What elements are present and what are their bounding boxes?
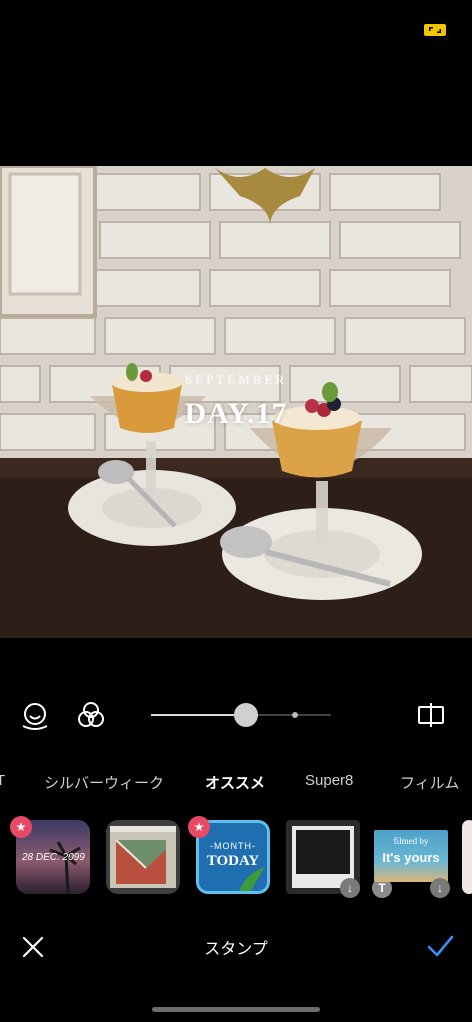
sticker-date-text: 28 DEC. 2099 (22, 852, 85, 863)
intensity-slider-thumb[interactable] (234, 703, 259, 727)
sticker-item-partial[interactable] (462, 820, 472, 894)
tab-silver-week[interactable]: シルバーウィーク (44, 772, 164, 793)
polaroid-photo (296, 830, 350, 874)
category-tabs: T シルバーウィーク オススメ Super8 フィルム (0, 772, 472, 796)
sticker-month-text: -MONTH- (210, 841, 256, 851)
sticker-yours-text: It's yours (382, 850, 440, 865)
panel-title: スタンプ (204, 941, 268, 958)
collage-graphic (110, 826, 176, 888)
sticker-item-filmed-by[interactable]: filmed by It's yours (374, 830, 448, 882)
sticker-today-text: TODAY (206, 853, 260, 869)
tab-super8[interactable]: Super8 (305, 772, 353, 789)
filter-circles-icon[interactable] (74, 698, 108, 732)
home-indicator (152, 1007, 320, 1012)
date-stamp-month[interactable]: SEPTEMBER (0, 372, 472, 388)
slider-default-marker (292, 712, 298, 718)
star-icon: ★ (10, 816, 32, 838)
tab-partial[interactable]: T (0, 772, 5, 789)
download-icon[interactable]: ↓ (340, 878, 360, 898)
aspect-ratio-icon[interactable] (424, 24, 446, 36)
compare-split-icon[interactable] (414, 698, 448, 732)
sticker-filmed-text: filmed by (393, 836, 429, 846)
intensity-slider-fill (151, 714, 247, 716)
face-retouch-icon[interactable] (18, 698, 52, 732)
sticker-item-collage[interactable] (106, 820, 180, 894)
date-stamp-day[interactable]: DAY.17 (0, 397, 472, 431)
sticker-list: 28 DEC. 2099 ★ -MONTH- TODAY ★ ↓ T filme… (0, 816, 472, 900)
download-icon[interactable]: ↓ (430, 878, 450, 898)
star-icon: ★ (188, 816, 210, 838)
tab-film[interactable]: フィルム (400, 772, 459, 793)
tab-recommended[interactable]: オススメ (205, 772, 265, 793)
confirm-check-icon[interactable] (426, 932, 454, 960)
